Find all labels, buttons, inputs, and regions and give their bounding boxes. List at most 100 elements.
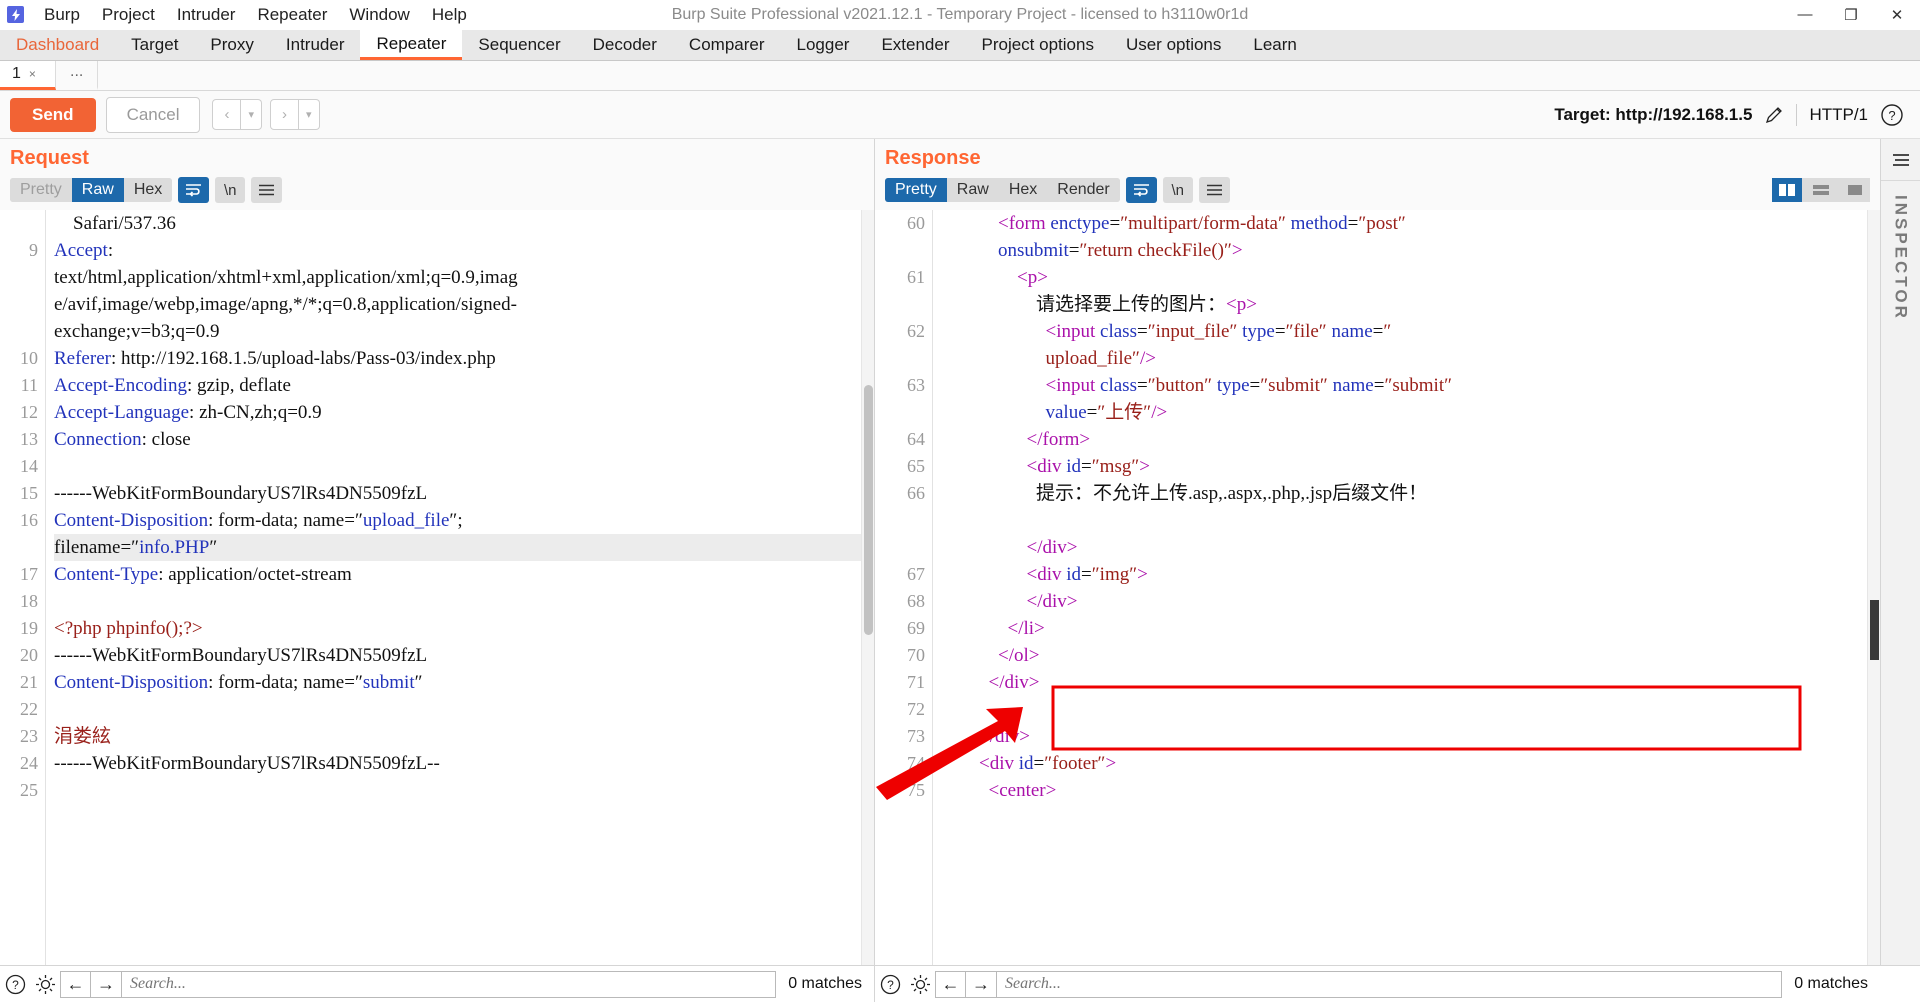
request-view-hex[interactable]: Hex xyxy=(123,178,173,202)
show-newlines-icon[interactable]: \n xyxy=(215,177,246,203)
tab-decoder[interactable]: Decoder xyxy=(577,30,673,60)
code-line[interactable]: 涓娄絃 xyxy=(54,723,874,750)
tab-intruder[interactable]: Intruder xyxy=(270,30,361,60)
tab-logger[interactable]: Logger xyxy=(781,30,866,60)
code-line[interactable]: Accept-Encoding: gzip, deflate xyxy=(54,372,874,399)
tab-proxy[interactable]: Proxy xyxy=(194,30,269,60)
inspector-menu-icon[interactable] xyxy=(1881,139,1920,181)
code-line[interactable]: </div> xyxy=(941,534,1880,561)
close-icon[interactable]: × xyxy=(29,67,36,81)
tab-extender[interactable]: Extender xyxy=(865,30,965,60)
repeater-tab-1[interactable]: 1 × xyxy=(0,61,56,90)
help-icon[interactable]: ? xyxy=(0,966,30,1002)
minimize-button[interactable]: — xyxy=(1782,0,1828,30)
menu-item-project[interactable]: Project xyxy=(91,2,166,28)
code-line[interactable] xyxy=(54,453,874,480)
response-view-raw[interactable]: Raw xyxy=(946,178,999,202)
request-view-pretty[interactable]: Pretty xyxy=(10,178,72,202)
word-wrap-icon[interactable] xyxy=(178,177,210,203)
code-line[interactable]: 提示：不允许上传.asp,.aspx,.php,.jsp后缀文件！ xyxy=(941,480,1880,507)
request-code-area[interactable]: 9 10 11 12 13 14 15 16 17 18 19 20 21 22 23 24 25 Safari… xyxy=(0,210,874,965)
help-icon[interactable]: ? xyxy=(875,966,905,1002)
close-button[interactable]: ✕ xyxy=(1874,0,1920,30)
layout-split-horizontal-icon[interactable] xyxy=(1806,178,1836,202)
maximize-button[interactable]: ❐ xyxy=(1828,0,1874,30)
code-line[interactable] xyxy=(941,507,1880,534)
layout-split-vertical-icon[interactable] xyxy=(1772,178,1802,202)
back-history-dropdown-icon[interactable]: ▾ xyxy=(241,99,263,130)
http-version-label[interactable]: HTTP/1 xyxy=(1809,105,1868,125)
code-line[interactable]: <p> xyxy=(941,264,1880,291)
tab-comparer[interactable]: Comparer xyxy=(673,30,781,60)
response-vertical-scrollbar[interactable] xyxy=(1867,210,1880,965)
response-search-input[interactable] xyxy=(997,970,1783,998)
request-vertical-scrollbar[interactable] xyxy=(861,210,874,965)
response-code-lines[interactable]: <form enctype=″multipart/form-data″ meth… xyxy=(933,210,1880,965)
code-line[interactable]: e/avif,image/webp,image/apng,*/*;q=0.8,a… xyxy=(54,291,874,318)
code-line[interactable]: </li> xyxy=(941,615,1880,642)
tab-project-options[interactable]: Project options xyxy=(966,30,1110,60)
code-line[interactable]: </form> xyxy=(941,426,1880,453)
tab-sequencer[interactable]: Sequencer xyxy=(462,30,576,60)
code-line[interactable]: Content-Type: application/octet-stream xyxy=(54,561,874,588)
code-line[interactable] xyxy=(54,777,874,804)
response-editor[interactable]: 60 61 62 63 64 65 66 67 68 69 70 71 72 73 74 75 <form e… xyxy=(875,210,1880,965)
tab-learn[interactable]: Learn xyxy=(1237,30,1312,60)
code-line[interactable]: Connection: close xyxy=(54,426,874,453)
code-line[interactable]: text/html,application/xhtml+xml,applicat… xyxy=(54,264,874,291)
menu-item-repeater[interactable]: Repeater xyxy=(246,2,338,28)
code-line[interactable]: ------WebKitFormBoundaryUS7lRs4DN5509fzL… xyxy=(54,750,874,777)
send-button[interactable]: Send xyxy=(10,97,96,132)
search-next-button[interactable]: → xyxy=(966,970,997,998)
code-line[interactable]: <?php phpinfo();?> xyxy=(54,615,874,642)
code-line[interactable]: filename=″info.PHP″ xyxy=(54,534,874,561)
tab-target[interactable]: Target xyxy=(115,30,194,60)
code-line[interactable]: onsubmit=″return checkFile()″> xyxy=(941,237,1880,264)
word-wrap-icon[interactable] xyxy=(1125,177,1157,203)
request-editor[interactable]: 9 10 11 12 13 14 15 16 17 18 19 20 21 22 23 24 25 Safari… xyxy=(0,210,874,965)
code-line[interactable]: ------WebKitFormBoundaryUS7lRs4DN5509fzL xyxy=(54,642,874,669)
code-line[interactable]: <center> xyxy=(941,777,1880,804)
code-line[interactable] xyxy=(54,588,874,615)
code-line[interactable]: value=″上传″/> xyxy=(941,399,1880,426)
response-view-pretty[interactable]: Pretty xyxy=(885,178,947,202)
search-next-button[interactable]: → xyxy=(91,970,122,998)
tab-repeater[interactable]: Repeater xyxy=(360,30,463,60)
request-code-lines[interactable]: Safari/537.36 Accept: text/html,applicatio… xyxy=(46,210,874,965)
cancel-button[interactable]: Cancel xyxy=(105,96,201,133)
code-line[interactable]: </ol> xyxy=(941,642,1880,669)
search-prev-button[interactable]: ← xyxy=(60,970,91,998)
tab-dashboard[interactable]: Dashboard xyxy=(0,30,115,60)
code-line[interactable] xyxy=(941,696,1880,723)
back-button[interactable]: ‹ xyxy=(212,99,242,130)
code-line[interactable]: Safari/537.36 xyxy=(54,210,874,237)
request-search-input[interactable] xyxy=(122,970,777,998)
code-line[interactable]: Content-Disposition: form-data; name=″up… xyxy=(54,507,874,534)
request-options-menu-icon[interactable] xyxy=(251,177,283,203)
forward-history-dropdown-icon[interactable]: ▾ xyxy=(299,99,320,130)
response-view-render[interactable]: Render xyxy=(1047,178,1120,202)
code-line[interactable]: <div id=″msg″> xyxy=(941,453,1880,480)
code-line[interactable]: </div> xyxy=(941,723,1880,750)
response-code-area[interactable]: 60 61 62 63 64 65 66 67 68 69 70 71 72 73 74 75 <form e… xyxy=(875,210,1880,965)
code-line[interactable]: Accept-Language: zh-CN,zh;q=0.9 xyxy=(54,399,874,426)
code-line[interactable]: <div id=″img″> xyxy=(941,561,1880,588)
show-newlines-icon[interactable]: \n xyxy=(1162,177,1193,203)
pencil-icon[interactable] xyxy=(1764,105,1784,125)
code-line[interactable]: upload_file″/> xyxy=(941,345,1880,372)
code-line[interactable]: Accept: xyxy=(54,237,874,264)
code-line[interactable]: exchange;v=b3;q=0.9 xyxy=(54,318,874,345)
menu-item-burp[interactable]: Burp xyxy=(33,2,91,28)
code-line[interactable]: <div id=″footer″> xyxy=(941,750,1880,777)
code-line[interactable]: <input class=″input_file″ type=″file″ na… xyxy=(941,318,1880,345)
tab-user-options[interactable]: User options xyxy=(1110,30,1237,60)
forward-button[interactable]: › xyxy=(270,99,300,130)
code-line[interactable]: <input class=″button″ type=″submit″ name… xyxy=(941,372,1880,399)
inspector-rail[interactable]: INSPECTOR xyxy=(1880,139,1920,965)
request-view-raw[interactable]: Raw xyxy=(71,178,124,202)
menu-item-help[interactable]: Help xyxy=(421,2,478,28)
menu-item-window[interactable]: Window xyxy=(338,2,420,28)
gear-icon[interactable] xyxy=(905,966,935,1002)
code-line[interactable]: <form enctype=″multipart/form-data″ meth… xyxy=(941,210,1880,237)
search-prev-button[interactable]: ← xyxy=(935,970,966,998)
